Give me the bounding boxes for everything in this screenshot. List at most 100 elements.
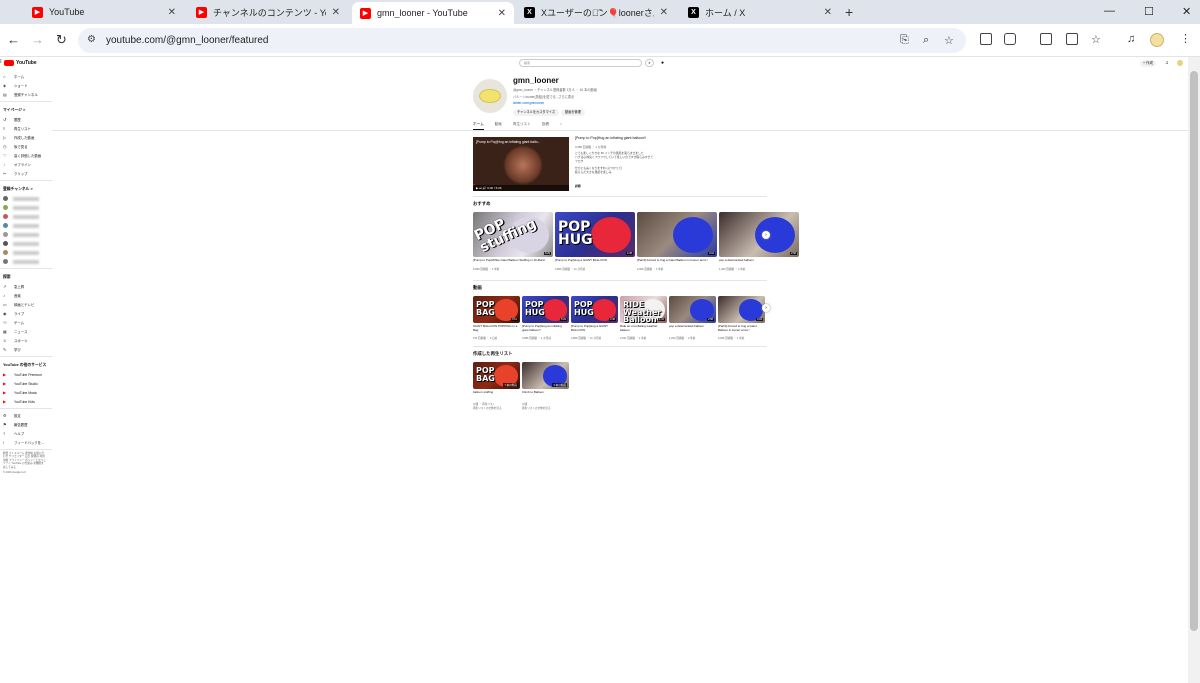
video-thumbnail[interactable]: 2:58 bbox=[669, 296, 716, 323]
video-title[interactable]: [Pump to Pop]Hug a GIANT BALLOON bbox=[571, 324, 618, 332]
reading-mode-icon[interactable] bbox=[1066, 33, 1078, 45]
sidebar-footer-links[interactable]: 概要 プレスルーム 著作権 お問い合わせ クリエイター 広告 開発者 利用規約 … bbox=[0, 452, 46, 469]
customize-channel-button[interactable]: チャンネルをカスタマイズ bbox=[513, 109, 560, 116]
channel-link[interactable]: twitter.com/gmnlooner bbox=[513, 101, 544, 105]
playlist-thumbnail[interactable]: 3 本の動画 bbox=[522, 362, 569, 389]
address-bar[interactable]: ⚙ youtube.com/@gmn_looner/featured ⎘ ⌕ ☆ bbox=[78, 28, 966, 53]
sidebar-item[interactable]: ⌂ ホーム bbox=[0, 72, 52, 81]
video-title[interactable]: [Pump to Pop]Hug an inflating giant ball… bbox=[522, 324, 569, 332]
subscription-item[interactable] bbox=[0, 230, 52, 239]
hamburger-menu-icon[interactable]: ≡ bbox=[0, 59, 2, 65]
subscription-item[interactable] bbox=[0, 212, 52, 221]
featured-title[interactable]: [Pump to Pop]Hug an inflating giant ball… bbox=[575, 136, 646, 140]
more-menu-icon[interactable]: ⋮ bbox=[1180, 32, 1191, 45]
search-button[interactable]: ⌕ bbox=[645, 59, 654, 67]
sidebar-item[interactable]: ▭ 映画とテレビ bbox=[0, 300, 52, 309]
close-tab-icon[interactable]: ✕ bbox=[498, 8, 506, 19]
section-title-videos[interactable]: 動画 bbox=[473, 285, 482, 291]
tab-home[interactable]: ホーム bbox=[473, 122, 484, 130]
sidebar-item[interactable]: ▶ YouTube Music bbox=[0, 388, 52, 397]
view-full-playlist-link[interactable]: 再生リストの全体を見る bbox=[522, 406, 569, 410]
back-arrow-icon[interactable]: ← bbox=[7, 32, 20, 47]
media-controls-icon[interactable]: ♫ bbox=[1127, 33, 1135, 45]
install-app-icon[interactable]: ⎘ bbox=[900, 34, 909, 47]
sidebar-item[interactable]: ✂ クリップ bbox=[0, 169, 52, 178]
video-title[interactable]: pop a deteriorated balloon bbox=[669, 324, 716, 329]
profile-avatar[interactable] bbox=[1150, 33, 1164, 47]
view-full-playlist-link[interactable]: 再生リストの全体を見る bbox=[473, 406, 520, 410]
video-thumbnail[interactable]: POP HUG 4:48 bbox=[571, 296, 618, 323]
player-time[interactable]: ▶ ⏭ 🔊 0:00 / 5:29 bbox=[476, 186, 501, 190]
tab-videos[interactable]: 動画 bbox=[495, 122, 502, 130]
subscription-item[interactable] bbox=[0, 203, 52, 212]
sidebar-item[interactable]: ◉ ライブ bbox=[0, 309, 52, 318]
minimize-button[interactable]: — bbox=[1104, 5, 1115, 17]
channel-search-icon[interactable]: ⌕ bbox=[560, 122, 562, 130]
browser-tab-active[interactable]: ▶ gmn_looner - YouTube ✕ bbox=[352, 2, 514, 24]
sidebar-item[interactable]: ≡ 再生リスト bbox=[0, 124, 52, 133]
sidebar-item[interactable]: ⚇ ゲーム bbox=[0, 318, 52, 327]
notion-extension-icon[interactable] bbox=[980, 33, 992, 45]
sidebar-item[interactable]: ♡ 高く評価した動画 bbox=[0, 151, 52, 160]
featured-more-link[interactable]: 詳細 bbox=[575, 184, 581, 188]
browser-tab[interactable]: ▶ YouTube ✕ bbox=[24, 2, 184, 22]
sidebar-item[interactable]: ▶ YouTube Premium bbox=[0, 370, 52, 379]
microphone-icon[interactable]: ● bbox=[661, 60, 664, 66]
sidebar-item[interactable]: ▤ 登録チャンネル bbox=[0, 90, 52, 99]
video-title[interactable]: GIANT BALLOON POPPING in a Bag bbox=[473, 324, 520, 332]
bookmarks-icon[interactable]: ☆ bbox=[1091, 33, 1101, 46]
manage-videos-button[interactable]: 動画を管理 bbox=[561, 109, 585, 116]
account-avatar[interactable] bbox=[1177, 60, 1183, 66]
next-arrow-icon[interactable]: › bbox=[762, 304, 770, 312]
subscription-item[interactable] bbox=[0, 221, 52, 230]
sidebar-item[interactable]: ↓ オフライン bbox=[0, 160, 52, 169]
subscription-item[interactable] bbox=[0, 248, 52, 257]
sidebar-item[interactable]: ↺ 履歴 bbox=[0, 115, 52, 124]
section-title-recommended[interactable]: おすすめ bbox=[473, 201, 491, 207]
sidebar-item[interactable]: ▦ ニュース bbox=[0, 327, 52, 336]
notifications-bell-icon[interactable]: ♫ bbox=[1165, 60, 1169, 66]
video-thumbnail[interactable]: POP HUG 4:48 bbox=[555, 212, 635, 257]
section-title-playlists[interactable]: 作成した再生リスト bbox=[473, 351, 513, 357]
sidebar-item[interactable]: ▶ YouTube Kids bbox=[0, 397, 52, 406]
sidebar-item[interactable]: ✎ 学び bbox=[0, 345, 52, 354]
video-thumbnail[interactable]: POP HUG 5:29 bbox=[522, 296, 569, 323]
playlist-thumbnail[interactable]: POP BAG 7 本の動画 bbox=[473, 362, 520, 389]
browser-tab[interactable]: ▶ チャンネルのコンテンツ - YouTube S ✕ bbox=[188, 2, 348, 22]
sidebar-item[interactable]: ▶ YouTube Studio bbox=[0, 379, 52, 388]
reload-icon[interactable]: ↻ bbox=[56, 32, 67, 48]
sidebar-item[interactable]: ↗ 急上昇 bbox=[0, 282, 52, 291]
forward-arrow-icon[interactable]: → bbox=[31, 32, 44, 47]
video-thumbnail[interactable]: 3:04 bbox=[718, 296, 765, 323]
sidebar-item[interactable]: ⚑ 報告履歴 bbox=[0, 420, 52, 429]
sidebar-heading-subscriptions[interactable]: 登録チャンネル > bbox=[0, 183, 52, 194]
subscription-item[interactable] bbox=[0, 239, 52, 248]
video-thumbnail[interactable]: POP stuffing 6:29 bbox=[473, 212, 553, 257]
sidebar-item[interactable]: ? ヘルプ bbox=[0, 429, 52, 438]
sidebar-item[interactable]: ◷ 後で見る bbox=[0, 142, 52, 151]
subscription-item[interactable] bbox=[0, 257, 52, 266]
sidebar-item[interactable]: ◈ ショート bbox=[0, 81, 52, 90]
featured-video-player[interactable]: [Pump to Pop]Hug an inflating giant ball… bbox=[473, 137, 569, 191]
video-title[interactable]: Ride an un-inflating weather balloon bbox=[620, 324, 667, 332]
close-tab-icon[interactable]: ✕ bbox=[824, 7, 832, 18]
video-thumbnail[interactable]: RIDE Weather Balloon 1:41 bbox=[620, 296, 667, 323]
video-title[interactable]: pop a deteriorated balloon bbox=[719, 258, 799, 263]
translate-icon[interactable] bbox=[1040, 33, 1052, 45]
browser-tab[interactable]: X Xユーザーのゲ̃ン🎈loonerさん: 「こ ✕ bbox=[516, 2, 676, 22]
sidebar-item[interactable]: ! フィードバックを... bbox=[0, 438, 52, 447]
close-tab-icon[interactable]: ✕ bbox=[332, 7, 340, 18]
new-tab-button[interactable]: + bbox=[845, 4, 853, 20]
video-title[interactable]: [Part3] Forced to hug a Giant Balloon in… bbox=[718, 324, 765, 332]
close-tab-icon[interactable]: ✕ bbox=[660, 7, 668, 18]
close-window-button[interactable]: ✕ bbox=[1182, 5, 1191, 18]
video-thumbnail[interactable]: 3:04 bbox=[637, 212, 717, 257]
page-scrollbar[interactable] bbox=[1188, 57, 1200, 683]
site-info-icon[interactable]: ⚙ bbox=[87, 34, 96, 45]
video-title[interactable]: Climb to Balloon bbox=[522, 390, 569, 395]
sidebar-heading-you[interactable]: マイページ > bbox=[0, 104, 52, 115]
video-thumbnail[interactable]: POP BAG 3:16 bbox=[473, 296, 520, 323]
zoom-icon[interactable]: ⌕ bbox=[923, 34, 929, 47]
video-thumbnail[interactable]: 2:58 bbox=[719, 212, 799, 257]
next-arrow-icon[interactable]: › bbox=[762, 231, 770, 239]
